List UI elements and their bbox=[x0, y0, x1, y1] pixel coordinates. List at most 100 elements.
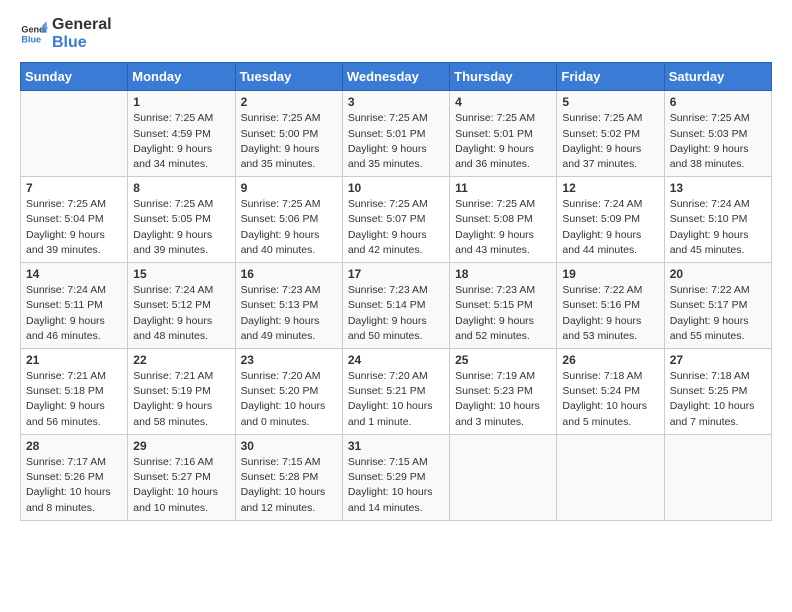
day-info: Sunrise: 7:25 AMSunset: 4:59 PMDaylight:… bbox=[133, 111, 229, 172]
svg-text:Blue: Blue bbox=[21, 35, 41, 45]
day-info: Sunrise: 7:21 AMSunset: 5:18 PMDaylight:… bbox=[26, 369, 122, 430]
day-number: 30 bbox=[241, 439, 337, 453]
day-number: 27 bbox=[670, 353, 766, 367]
calendar-day-cell: 5 Sunrise: 7:25 AMSunset: 5:02 PMDaylight… bbox=[557, 91, 664, 177]
calendar-day-cell: 2 Sunrise: 7:25 AMSunset: 5:00 PMDaylight… bbox=[235, 91, 342, 177]
day-number: 6 bbox=[670, 95, 766, 109]
day-of-week-header: Tuesday bbox=[235, 63, 342, 91]
day-info: Sunrise: 7:23 AMSunset: 5:15 PMDaylight:… bbox=[455, 283, 551, 344]
calendar-day-cell: 10Sunrise: 7:25 AMSunset: 5:07 PMDayligh… bbox=[342, 177, 449, 263]
header: General Blue General Blue bbox=[20, 16, 772, 52]
day-number: 17 bbox=[348, 267, 444, 281]
day-of-week-header: Thursday bbox=[450, 63, 557, 91]
day-info: Sunrise: 7:23 AMSunset: 5:14 PMDaylight:… bbox=[348, 283, 444, 344]
calendar-day-cell bbox=[450, 434, 557, 520]
day-info: Sunrise: 7:16 AMSunset: 5:27 PMDaylight:… bbox=[133, 455, 229, 516]
day-number: 29 bbox=[133, 439, 229, 453]
day-info: Sunrise: 7:25 AMSunset: 5:06 PMDaylight:… bbox=[241, 197, 337, 258]
day-info: Sunrise: 7:24 AMSunset: 5:12 PMDaylight:… bbox=[133, 283, 229, 344]
calendar-day-cell bbox=[21, 91, 128, 177]
day-number: 21 bbox=[26, 353, 122, 367]
day-number: 7 bbox=[26, 181, 122, 195]
day-info: Sunrise: 7:24 AMSunset: 5:11 PMDaylight:… bbox=[26, 283, 122, 344]
day-of-week-header: Sunday bbox=[21, 63, 128, 91]
day-info: Sunrise: 7:25 AMSunset: 5:05 PMDaylight:… bbox=[133, 197, 229, 258]
day-number: 15 bbox=[133, 267, 229, 281]
calendar-day-cell: 17 Sunrise: 7:23 AMSunset: 5:14 PMDayligh… bbox=[342, 263, 449, 349]
calendar-day-cell: 18Sunrise: 7:23 AMSunset: 5:15 PMDayligh… bbox=[450, 263, 557, 349]
calendar-day-cell: 20 Sunrise: 7:22 AMSunset: 5:17 PMDayligh… bbox=[664, 263, 771, 349]
calendar-day-cell: 4 Sunrise: 7:25 AMSunset: 5:01 PMDaylight… bbox=[450, 91, 557, 177]
day-number: 31 bbox=[348, 439, 444, 453]
day-info: Sunrise: 7:19 AMSunset: 5:23 PMDaylight:… bbox=[455, 369, 551, 430]
day-info: Sunrise: 7:15 AMSunset: 5:29 PMDaylight:… bbox=[348, 455, 444, 516]
day-info: Sunrise: 7:25 AMSunset: 5:00 PMDaylight:… bbox=[241, 111, 337, 172]
calendar-day-cell: 22 Sunrise: 7:21 AMSunset: 5:19 PMDayligh… bbox=[128, 349, 235, 435]
calendar-day-cell bbox=[664, 434, 771, 520]
calendar-day-cell: 27 Sunrise: 7:18 AMSunset: 5:25 PMDayligh… bbox=[664, 349, 771, 435]
day-number: 10 bbox=[348, 181, 444, 195]
calendar-day-cell: 23 Sunrise: 7:20 AMSunset: 5:20 PMDayligh… bbox=[235, 349, 342, 435]
calendar-day-cell: 14 Sunrise: 7:24 AMSunset: 5:11 PMDayligh… bbox=[21, 263, 128, 349]
day-info: Sunrise: 7:25 AMSunset: 5:01 PMDaylight:… bbox=[348, 111, 444, 172]
day-info: Sunrise: 7:25 AMSunset: 5:02 PMDaylight:… bbox=[562, 111, 658, 172]
calendar-table: SundayMondayTuesdayWednesdayThursdayFrid… bbox=[20, 62, 772, 520]
calendar-day-cell: 6 Sunrise: 7:25 AMSunset: 5:03 PMDaylight… bbox=[664, 91, 771, 177]
day-info: Sunrise: 7:21 AMSunset: 5:19 PMDaylight:… bbox=[133, 369, 229, 430]
day-number: 28 bbox=[26, 439, 122, 453]
day-info: Sunrise: 7:23 AMSunset: 5:13 PMDaylight:… bbox=[241, 283, 337, 344]
day-info: Sunrise: 7:20 AMSunset: 5:20 PMDaylight:… bbox=[241, 369, 337, 430]
calendar-week-row: 14 Sunrise: 7:24 AMSunset: 5:11 PMDayligh… bbox=[21, 263, 772, 349]
day-number: 9 bbox=[241, 181, 337, 195]
day-info: Sunrise: 7:22 AMSunset: 5:16 PMDaylight:… bbox=[562, 283, 658, 344]
calendar-day-cell: 13 Sunrise: 7:24 AMSunset: 5:10 PMDayligh… bbox=[664, 177, 771, 263]
calendar-day-cell: 15 Sunrise: 7:24 AMSunset: 5:12 PMDayligh… bbox=[128, 263, 235, 349]
day-of-week-header: Monday bbox=[128, 63, 235, 91]
day-info: Sunrise: 7:25 AMSunset: 5:03 PMDaylight:… bbox=[670, 111, 766, 172]
day-number: 11 bbox=[455, 181, 551, 195]
day-info: Sunrise: 7:20 AMSunset: 5:21 PMDaylight:… bbox=[348, 369, 444, 430]
day-info: Sunrise: 7:18 AMSunset: 5:25 PMDaylight:… bbox=[670, 369, 766, 430]
day-number: 20 bbox=[670, 267, 766, 281]
day-number: 23 bbox=[241, 353, 337, 367]
day-number: 19 bbox=[562, 267, 658, 281]
calendar-day-cell: 16Sunrise: 7:23 AMSunset: 5:13 PMDayligh… bbox=[235, 263, 342, 349]
calendar-day-cell: 30 Sunrise: 7:15 AMSunset: 5:28 PMDayligh… bbox=[235, 434, 342, 520]
day-number: 5 bbox=[562, 95, 658, 109]
logo-text-blue: Blue bbox=[52, 34, 87, 51]
calendar-week-row: 28Sunrise: 7:17 AMSunset: 5:26 PMDayligh… bbox=[21, 434, 772, 520]
calendar-day-cell: 26 Sunrise: 7:18 AMSunset: 5:24 PMDayligh… bbox=[557, 349, 664, 435]
calendar-day-cell: 19 Sunrise: 7:22 AMSunset: 5:16 PMDayligh… bbox=[557, 263, 664, 349]
day-info: Sunrise: 7:22 AMSunset: 5:17 PMDaylight:… bbox=[670, 283, 766, 344]
day-info: Sunrise: 7:25 AMSunset: 5:04 PMDaylight:… bbox=[26, 197, 122, 258]
calendar-week-row: 21 Sunrise: 7:21 AMSunset: 5:18 PMDayligh… bbox=[21, 349, 772, 435]
day-number: 14 bbox=[26, 267, 122, 281]
calendar-week-row: 1 Sunrise: 7:25 AMSunset: 4:59 PMDaylight… bbox=[21, 91, 772, 177]
calendar-day-cell: 21 Sunrise: 7:21 AMSunset: 5:18 PMDayligh… bbox=[21, 349, 128, 435]
calendar-day-cell: 25Sunrise: 7:19 AMSunset: 5:23 PMDayligh… bbox=[450, 349, 557, 435]
day-number: 13 bbox=[670, 181, 766, 195]
calendar-week-row: 7 Sunrise: 7:25 AMSunset: 5:04 PMDaylight… bbox=[21, 177, 772, 263]
day-info: Sunrise: 7:18 AMSunset: 5:24 PMDaylight:… bbox=[562, 369, 658, 430]
calendar-day-cell bbox=[557, 434, 664, 520]
calendar-day-cell: 31 Sunrise: 7:15 AMSunset: 5:29 PMDayligh… bbox=[342, 434, 449, 520]
day-number: 4 bbox=[455, 95, 551, 109]
logo: General Blue General Blue bbox=[20, 16, 112, 52]
calendar-day-cell: 8 Sunrise: 7:25 AMSunset: 5:05 PMDaylight… bbox=[128, 177, 235, 263]
day-number: 22 bbox=[133, 353, 229, 367]
day-info: Sunrise: 7:15 AMSunset: 5:28 PMDaylight:… bbox=[241, 455, 337, 516]
day-number: 26 bbox=[562, 353, 658, 367]
calendar-day-cell: 11Sunrise: 7:25 AMSunset: 5:08 PMDayligh… bbox=[450, 177, 557, 263]
day-of-week-header: Wednesday bbox=[342, 63, 449, 91]
day-number: 24 bbox=[348, 353, 444, 367]
calendar-header-row: SundayMondayTuesdayWednesdayThursdayFrid… bbox=[21, 63, 772, 91]
day-info: Sunrise: 7:25 AMSunset: 5:01 PMDaylight:… bbox=[455, 111, 551, 172]
calendar-day-cell: 1 Sunrise: 7:25 AMSunset: 4:59 PMDaylight… bbox=[128, 91, 235, 177]
day-number: 1 bbox=[133, 95, 229, 109]
day-number: 2 bbox=[241, 95, 337, 109]
day-number: 8 bbox=[133, 181, 229, 195]
day-info: Sunrise: 7:24 AMSunset: 5:09 PMDaylight:… bbox=[562, 197, 658, 258]
calendar-day-cell: 3 Sunrise: 7:25 AMSunset: 5:01 PMDaylight… bbox=[342, 91, 449, 177]
day-info: Sunrise: 7:24 AMSunset: 5:10 PMDaylight:… bbox=[670, 197, 766, 258]
day-number: 3 bbox=[348, 95, 444, 109]
